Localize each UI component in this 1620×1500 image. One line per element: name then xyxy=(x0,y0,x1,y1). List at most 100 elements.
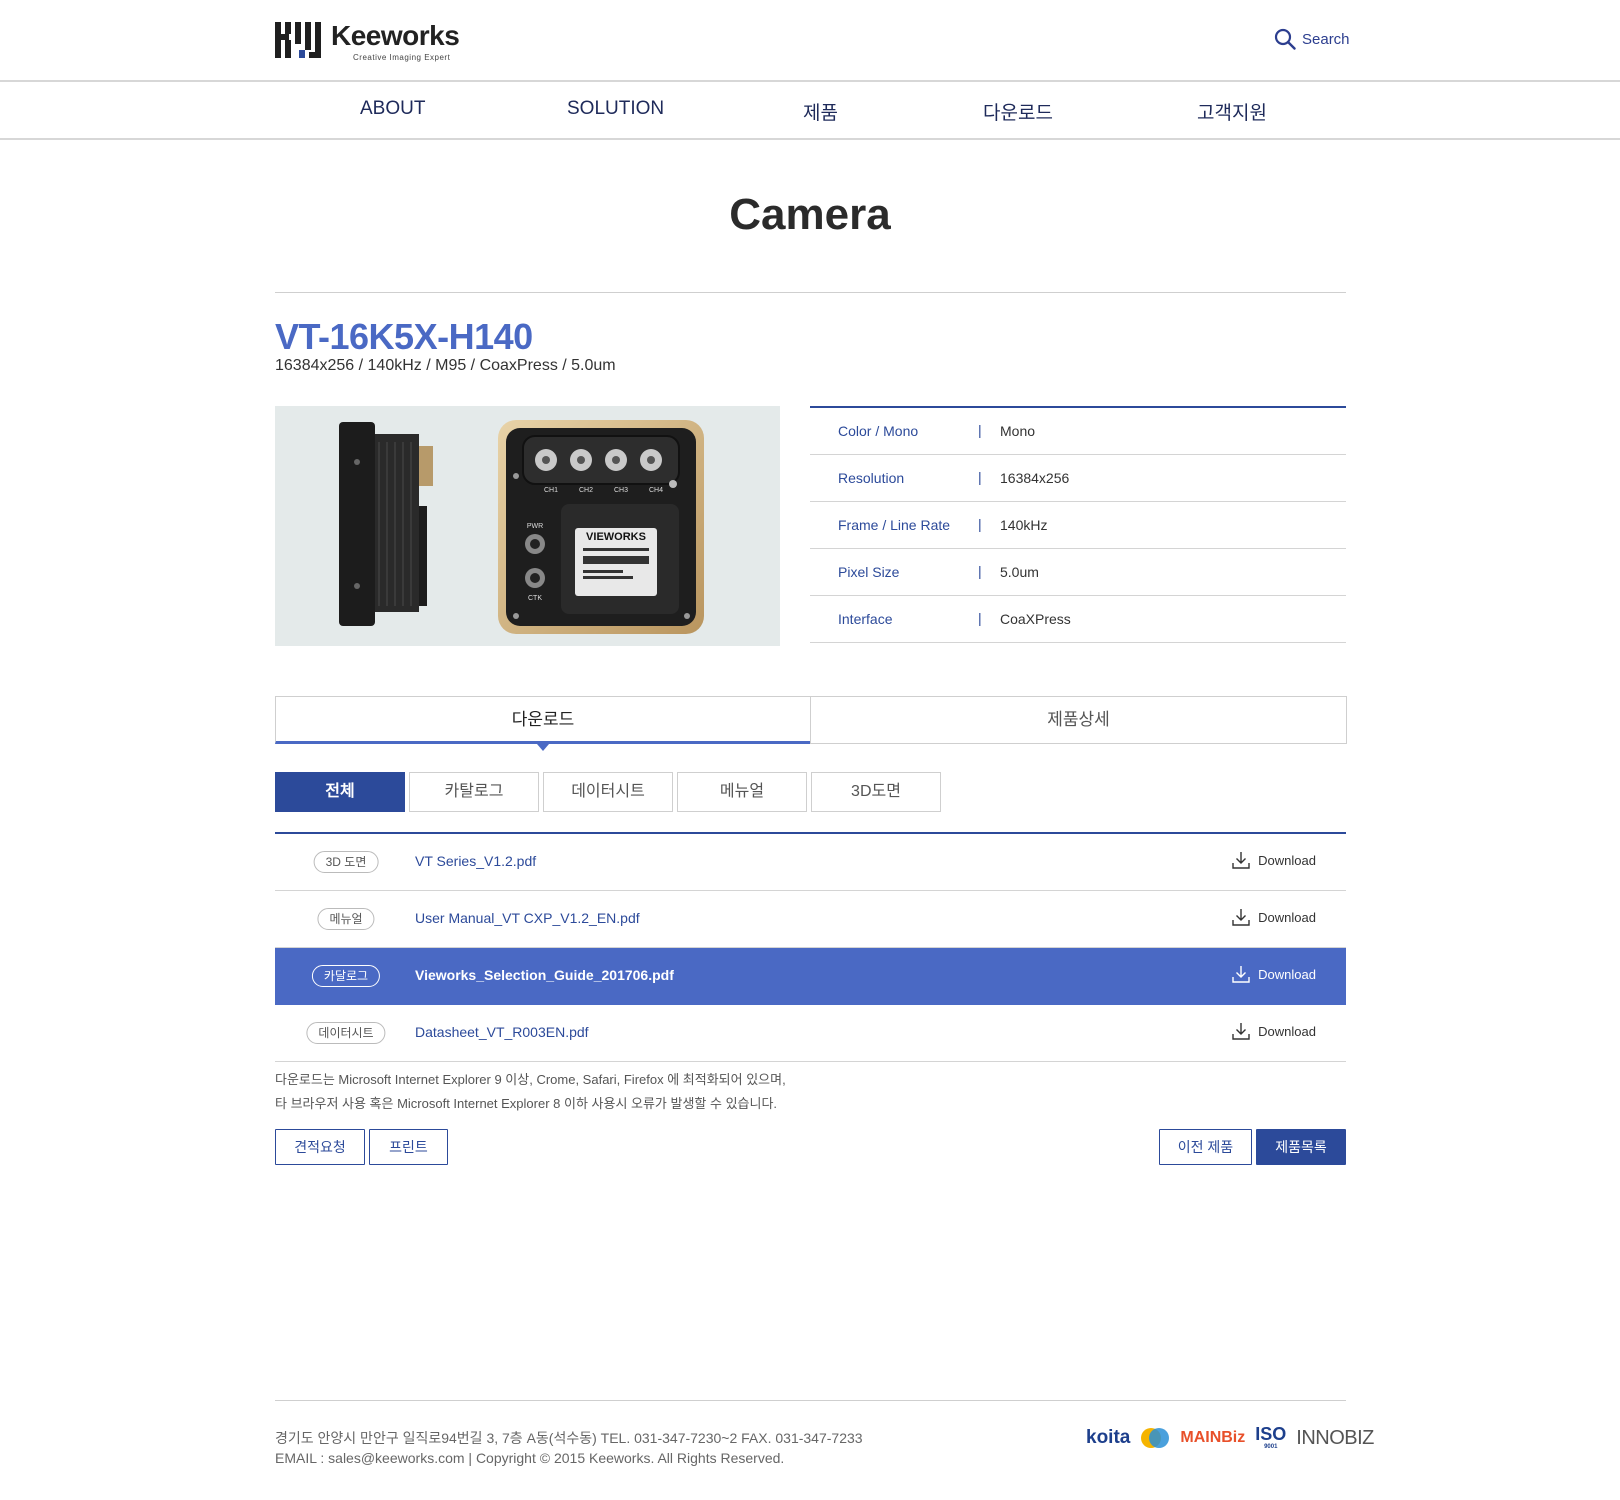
tab-product-detail[interactable]: 제품상세 xyxy=(810,696,1347,744)
mainbiz-logo: MAINBiz xyxy=(1180,1429,1246,1446)
file-row: 데이터시트 Datasheet_VT_R003EN.pdf Download xyxy=(275,1005,1346,1062)
filter-all[interactable]: 전체 xyxy=(275,772,405,812)
filter-catalog[interactable]: 카탈로그 xyxy=(409,772,539,812)
divider xyxy=(275,292,1346,293)
ctk-label: CTK xyxy=(528,595,542,602)
content-tabs: 다운로드 제품상세 xyxy=(275,696,1347,751)
file-name-link[interactable]: Datasheet_VT_R003EN.pdf xyxy=(415,1024,589,1040)
page-title: Camera xyxy=(729,190,891,239)
footer-divider xyxy=(275,1400,1346,1401)
spec-key: Interface xyxy=(838,611,893,627)
nav-item-support[interactable]: 고객지원 xyxy=(1197,98,1267,125)
download-button[interactable]: Download xyxy=(1232,1022,1316,1040)
download-icon xyxy=(1232,966,1250,983)
footer-address: 경기도 안양시 만안구 일직로94번길 3, 7층 A동(석수동) TEL. 0… xyxy=(275,1430,863,1446)
search-label: Search xyxy=(1302,30,1350,48)
footer-info: 경기도 안양시 만안구 일직로94번길 3, 7층 A동(석수동) TEL. 0… xyxy=(275,1428,863,1468)
filter-3d-drawing[interactable]: 3D도면 xyxy=(811,772,941,812)
spec-separator: | xyxy=(978,610,982,626)
innobiz-logo: INNOBIZ xyxy=(1296,1426,1374,1449)
file-name-link[interactable]: Vieworks_Selection_Guide_201706.pdf xyxy=(415,967,674,983)
download-label: Download xyxy=(1258,966,1316,982)
file-type-badge: 3D 도면 xyxy=(313,851,379,873)
keeworks-logo-icon xyxy=(275,22,323,58)
file-row: 3D 도면 VT Series_V1.2.pdf Download xyxy=(275,834,1346,891)
spec-value: 140kHz xyxy=(1000,517,1048,533)
nav-item-solution[interactable]: SOLUTION xyxy=(567,98,664,120)
pwr-label: PWR xyxy=(527,523,543,530)
file-row: 메뉴얼 User Manual_VT CXP_V1.2_EN.pdf Downl… xyxy=(275,891,1346,948)
browser-note-line1: 다운로드는 Microsoft Internet Explorer 9 이상, … xyxy=(275,1072,786,1087)
file-type-badge: 데이터시트 xyxy=(306,1022,386,1044)
camera-label-brand: VIEWORKS xyxy=(586,531,646,543)
download-icon xyxy=(1232,909,1250,926)
certification-logos: koita MAINBiz ISO 9001 INNOBIZ xyxy=(1076,1418,1374,1458)
tab-download[interactable]: 다운로드 xyxy=(275,696,811,744)
file-type-badge: 카달로그 xyxy=(311,965,381,987)
filter-datasheet[interactable]: 데이터시트 xyxy=(543,772,673,812)
spec-table: Color / Mono | Mono Resolution | 16384x2… xyxy=(810,406,1346,643)
iso-logo: ISO 9001 xyxy=(1255,1425,1286,1451)
download-icon xyxy=(1232,852,1250,869)
spec-key: Frame / Line Rate xyxy=(838,517,951,533)
koita-logo: koita xyxy=(1086,1427,1131,1448)
browser-note-line2: 타 브라우저 사용 혹은 Microsoft Internet Explorer… xyxy=(275,1096,778,1111)
site-header: Keeworks Creative Imaging Expert Search xyxy=(0,0,1620,82)
download-button[interactable]: Download xyxy=(1232,965,1316,983)
spec-key: Pixel Size xyxy=(838,564,900,580)
file-list: 3D 도면 VT Series_V1.2.pdf Download 메뉴얼 Us… xyxy=(275,832,1346,1062)
spec-row: Pixel Size | 5.0um xyxy=(810,549,1346,596)
search-button[interactable]: Search xyxy=(1274,28,1350,50)
nav-item-about[interactable]: ABOUT xyxy=(360,98,425,120)
port-label-ch3: CH3 xyxy=(614,487,628,494)
download-label: Download xyxy=(1258,1023,1316,1039)
browser-note: 다운로드는 Microsoft Internet Explorer 9 이상, … xyxy=(275,1068,786,1116)
logo[interactable]: Keeworks Creative Imaging Expert xyxy=(275,20,460,62)
active-tab-indicator xyxy=(537,744,549,751)
spec-row: Frame / Line Rate | 140kHz xyxy=(810,502,1346,549)
venture-logo-icon xyxy=(1141,1428,1170,1448)
spec-value: 5.0um xyxy=(1000,564,1039,580)
download-icon xyxy=(1232,1023,1250,1040)
file-filter-bar: 전체 카탈로그 데이터시트 메뉴얼 3D도면 xyxy=(275,772,945,812)
spec-value: CoaXPress xyxy=(1000,611,1071,627)
spec-separator: | xyxy=(978,516,982,532)
filter-manual[interactable]: 메뉴얼 xyxy=(677,772,807,812)
spec-separator: | xyxy=(978,469,982,485)
port-label-ch1: CH1 xyxy=(544,487,558,494)
file-row: 카달로그 Vieworks_Selection_Guide_201706.pdf… xyxy=(275,948,1346,1005)
footer-copyright: EMAIL : sales@keeworks.com | Copyright ©… xyxy=(275,1450,785,1466)
brand-tagline: Creative Imaging Expert xyxy=(353,53,451,62)
file-type-badge: 메뉴얼 xyxy=(317,908,375,930)
product-list-button[interactable]: 제품목록 xyxy=(1256,1129,1346,1165)
product-model: VT-16K5X-H140 xyxy=(275,316,533,357)
nav-item-products[interactable]: 제품 xyxy=(803,98,838,125)
download-label: Download xyxy=(1258,852,1316,868)
quote-request-button[interactable]: 견적요청 xyxy=(275,1129,365,1165)
spec-key: Resolution xyxy=(838,470,905,486)
spec-separator: | xyxy=(978,563,982,579)
spec-value: Mono xyxy=(1000,423,1036,439)
spec-separator: | xyxy=(978,422,982,438)
download-button[interactable]: Download xyxy=(1232,908,1316,926)
spec-key: Color / Mono xyxy=(838,423,919,439)
previous-product-button[interactable]: 이전 제품 xyxy=(1159,1129,1252,1165)
file-name-link[interactable]: VT Series_V1.2.pdf xyxy=(415,853,536,869)
search-icon xyxy=(1274,28,1296,50)
main-nav: ABOUT SOLUTION 제품 다운로드 고객지원 xyxy=(0,82,1620,140)
download-button[interactable]: Download xyxy=(1232,851,1316,869)
iso-logo-text: ISO xyxy=(1255,1424,1287,1444)
brand-name: Keeworks xyxy=(331,20,460,51)
spec-value: 16384x256 xyxy=(1000,470,1070,486)
spec-row: Color / Mono | Mono xyxy=(810,408,1346,455)
port-label-ch2: CH2 xyxy=(579,487,593,494)
product-summary: 16384x256 / 140kHz / M95 / CoaxPress / 5… xyxy=(275,357,616,374)
iso-logo-number: 9001 xyxy=(1264,1444,1278,1450)
port-label-ch4: CH4 xyxy=(649,487,663,494)
file-name-link[interactable]: User Manual_VT CXP_V1.2_EN.pdf xyxy=(415,910,640,926)
print-button[interactable]: 프린트 xyxy=(369,1129,448,1165)
nav-item-download[interactable]: 다운로드 xyxy=(983,98,1053,125)
spec-row: Interface | CoaXPress xyxy=(810,596,1346,643)
download-label: Download xyxy=(1258,909,1316,925)
product-image: CH1 CH2 CH3 CH4 PWR CTK VIEWORKS xyxy=(275,406,780,646)
